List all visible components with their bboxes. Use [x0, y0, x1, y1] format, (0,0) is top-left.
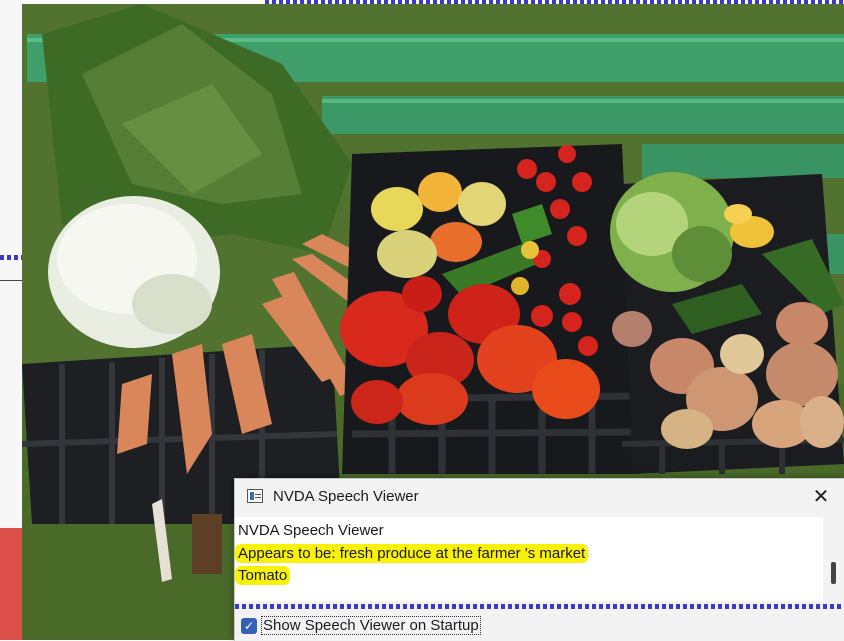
background-focus-indicator	[0, 255, 22, 260]
speech-viewer-app-icon	[247, 489, 263, 503]
title-bar[interactable]: NVDA Speech Viewer ✕	[235, 479, 844, 515]
scrollbar-thumb[interactable]	[831, 562, 836, 584]
check-icon[interactable]: ✓	[241, 618, 257, 634]
vertical-scrollbar[interactable]	[823, 517, 844, 601]
speech-line: NVDA Speech Viewer	[238, 522, 384, 539]
speech-line-highlighted: Tomato	[235, 566, 291, 585]
speech-viewer-window: NVDA Speech Viewer ✕ NVDA Speech Viewer …	[234, 478, 844, 641]
close-button[interactable]: ✕	[807, 484, 835, 510]
speech-line-highlighted: Appears to be: fresh produce at the farm…	[235, 544, 589, 563]
background-divider	[0, 280, 22, 281]
show-on-startup-label[interactable]: Show Speech Viewer on Startup	[261, 616, 481, 635]
speech-output-area[interactable]: NVDA Speech Viewer Appears to be: fresh …	[235, 517, 823, 601]
focus-indicator	[235, 604, 844, 609]
window-title: NVDA Speech Viewer	[273, 488, 419, 505]
background-red-panel	[0, 528, 22, 640]
